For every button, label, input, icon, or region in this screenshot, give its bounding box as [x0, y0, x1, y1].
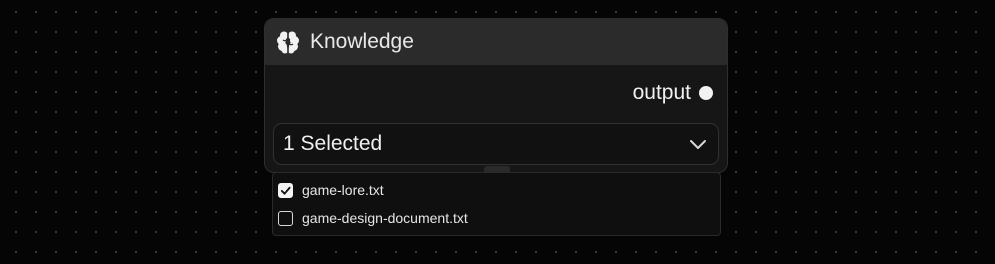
option-game-lore[interactable]: game-lore.txt — [273, 176, 720, 204]
select-dropdown: game-lore.txt game-design-document.txt — [272, 172, 721, 236]
output-port: output — [633, 81, 713, 105]
knowledge-node[interactable]: Knowledge output 1 Selected — [264, 18, 728, 173]
knowledge-select[interactable]: 1 Selected — [273, 123, 719, 165]
chevron-down-icon[interactable] — [688, 134, 708, 154]
checkbox-checked[interactable] — [278, 182, 293, 198]
checkbox-unchecked[interactable] — [278, 210, 293, 226]
output-label: output — [632, 81, 691, 104]
brain-icon — [275, 29, 301, 55]
node-header[interactable]: Knowledge — [265, 19, 727, 65]
select-value: 1 Selected — [283, 132, 383, 155]
output-handle[interactable] — [699, 86, 713, 100]
option-label: game-design-document.txt — [302, 210, 468, 226]
option-game-design-document[interactable]: game-design-document.txt — [273, 204, 720, 232]
node-title: Knowledge — [310, 30, 414, 53]
check-icon — [280, 186, 291, 195]
option-label: game-lore.txt — [302, 182, 384, 198]
